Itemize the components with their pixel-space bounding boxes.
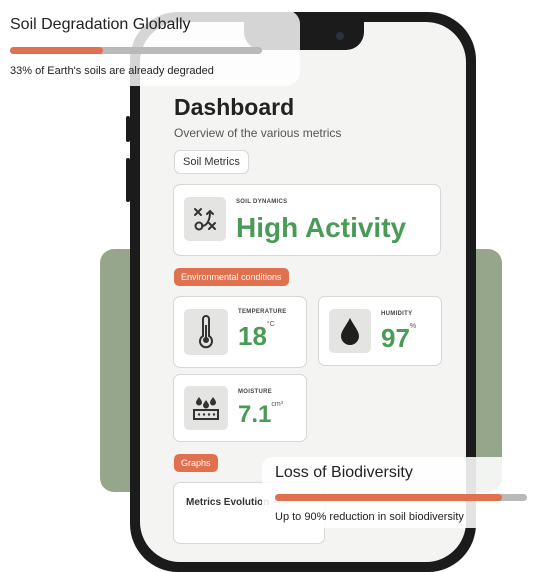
biodiversity-caption: Up to 90% reduction in soil biodiversity: [275, 511, 464, 523]
camera-icon: [336, 32, 344, 40]
soil-metrics-tab[interactable]: Soil Metrics: [174, 150, 249, 174]
soil-degradation-progress-bar: [10, 47, 262, 54]
humidity-label: HUMIDITY: [381, 311, 413, 317]
graph-card-title: Metrics Evolution: [186, 497, 270, 508]
soil-dynamics-label: SOIL DYNAMICS: [236, 199, 288, 205]
temperature-label: TEMPERATURE: [238, 309, 287, 315]
shuffle-icon: [184, 197, 226, 241]
moisture-card[interactable]: MOISTURE 7.1cm³: [173, 374, 307, 442]
page-title: Dashboard: [174, 94, 295, 120]
humidity-value: 97: [381, 323, 410, 353]
soil-degradation-caption: 33% of Earth's soils are already degrade…: [10, 65, 214, 77]
biodiversity-progress-fill: [275, 494, 502, 501]
moisture-reading: 7.1cm³: [238, 401, 283, 429]
moisture-label: MOISTURE: [238, 389, 273, 395]
soil-degradation-title: Soil Degradation Globally: [10, 16, 191, 33]
thermometer-icon: [184, 309, 228, 355]
humidity-card[interactable]: HUMIDITY 97%: [318, 296, 442, 366]
biodiversity-panel: Loss of Biodiversity Up to 90% reduction…: [262, 457, 527, 528]
water-drop-icon: [329, 309, 371, 353]
temperature-card[interactable]: TEMPERATURE 18°C: [173, 296, 307, 368]
biodiversity-progress-bar: [275, 494, 527, 501]
phone-side-button: [126, 158, 130, 202]
environmental-conditions-tag[interactable]: Environmental conditions: [174, 268, 289, 286]
soil-degradation-panel: Soil Degradation Globally 33% of Earth's…: [0, 10, 300, 86]
temperature-unit: °C: [266, 321, 275, 328]
page-subtitle: Overview of the various metrics: [174, 126, 342, 140]
soil-dynamics-value: High Activity: [236, 212, 407, 243]
humidity-reading: 97%: [381, 323, 416, 354]
biodiversity-title: Loss of Biodiversity: [275, 464, 413, 481]
moisture-unit: cm³: [271, 401, 284, 408]
temperature-reading: 18°C: [238, 321, 275, 352]
temperature-value: 18: [238, 321, 267, 351]
soil-moisture-icon: [184, 386, 228, 430]
soil-dynamics-card[interactable]: SOIL DYNAMICS High Activity: [173, 184, 441, 256]
soil-degradation-progress-fill: [10, 47, 104, 54]
moisture-value: 7.1: [238, 401, 272, 428]
graphs-tag[interactable]: Graphs: [174, 454, 218, 472]
phone-side-button: [126, 116, 130, 142]
humidity-unit: %: [409, 323, 417, 330]
